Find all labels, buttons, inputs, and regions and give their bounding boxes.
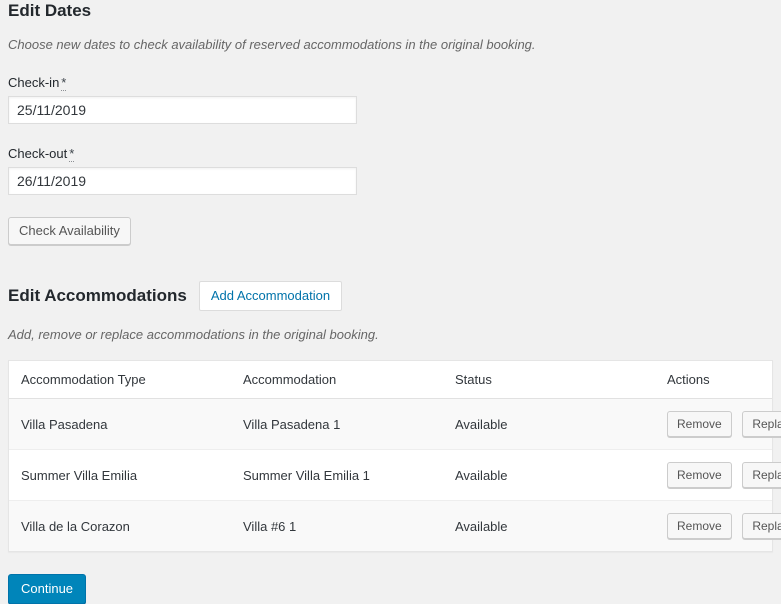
cell-status: Available (443, 398, 655, 450)
cell-accommodation-type: Villa Pasadena (9, 398, 231, 450)
replace-button[interactable]: Replace (742, 513, 781, 539)
replace-button[interactable]: Replace (742, 462, 781, 488)
cell-actions: Remove Replace (655, 500, 781, 551)
table-row: Villa Pasadena Villa Pasadena 1 Availabl… (9, 398, 781, 450)
column-header-status: Status (443, 361, 655, 399)
cell-accommodation-type: Summer Villa Emilia (9, 449, 231, 501)
table-row: Summer Villa Emilia Summer Villa Emilia … (9, 449, 781, 501)
cell-actions: Remove Replace (655, 449, 781, 501)
add-accommodation-button[interactable]: Add Accommodation (198, 281, 343, 311)
replace-button[interactable]: Replace (742, 411, 781, 437)
remove-button[interactable]: Remove (667, 513, 732, 539)
check-availability-row: Check Availability (8, 217, 773, 245)
cell-accommodation: Villa Pasadena 1 (231, 398, 443, 450)
remove-button[interactable]: Remove (667, 462, 732, 488)
column-header-accommodation: Accommodation (231, 361, 443, 399)
column-header-accommodation-type: Accommodation Type (9, 361, 231, 399)
accommodations-title-row: Edit Accommodations Add Accommodation (8, 281, 773, 311)
column-header-actions: Actions (655, 361, 772, 399)
table-body: Villa Pasadena Villa Pasadena 1 Availabl… (9, 398, 781, 551)
checkin-label: Check-in * (8, 75, 67, 91)
edit-dates-title: Edit Dates (8, 1, 92, 20)
cell-accommodation: Summer Villa Emilia 1 (231, 449, 443, 501)
table-header-row: Accommodation Type Accommodation Status … (9, 361, 772, 399)
checkout-date-input[interactable] (8, 167, 357, 195)
edit-accommodations-section: Edit Accommodations Add Accommodation Ad… (8, 281, 781, 552)
checkout-field-group: Check-out * (8, 146, 773, 195)
checkout-label: Check-out * (8, 146, 75, 162)
checkin-field-group: Check-in * (8, 75, 773, 124)
accommodations-table: Accommodation Type Accommodation Status … (9, 361, 781, 551)
edit-accommodations-description: Add, remove or replace accommodations in… (8, 327, 379, 342)
checkin-label-text: Check-in (8, 75, 60, 90)
check-availability-button[interactable]: Check Availability (8, 217, 131, 245)
checkout-required-marker: * (69, 146, 75, 162)
cell-status: Available (443, 500, 655, 551)
checkin-date-input[interactable] (8, 96, 357, 124)
edit-dates-section: Edit Dates Choose new dates to check ava… (8, 0, 773, 245)
table-row: Villa de la Corazon Villa #6 1 Available… (9, 500, 781, 551)
cell-actions: Remove Replace (655, 398, 781, 450)
cell-accommodation-type: Villa de la Corazon (9, 500, 231, 551)
cell-accommodation: Villa #6 1 (231, 500, 443, 551)
edit-accommodations-title: Edit Accommodations (8, 286, 187, 305)
footer-actions: Continue (8, 574, 773, 604)
edit-dates-description: Choose new dates to check availability o… (8, 37, 536, 52)
continue-button[interactable]: Continue (8, 574, 87, 604)
table-header: Accommodation Type Accommodation Status … (9, 361, 772, 399)
accommodations-table-container: Accommodation Type Accommodation Status … (8, 360, 781, 552)
edit-booking-page: Edit Dates Choose new dates to check ava… (0, 0, 781, 604)
checkin-required-marker: * (61, 75, 67, 91)
remove-button[interactable]: Remove (667, 411, 732, 437)
checkout-label-text: Check-out (8, 146, 68, 161)
cell-status: Available (443, 449, 655, 501)
